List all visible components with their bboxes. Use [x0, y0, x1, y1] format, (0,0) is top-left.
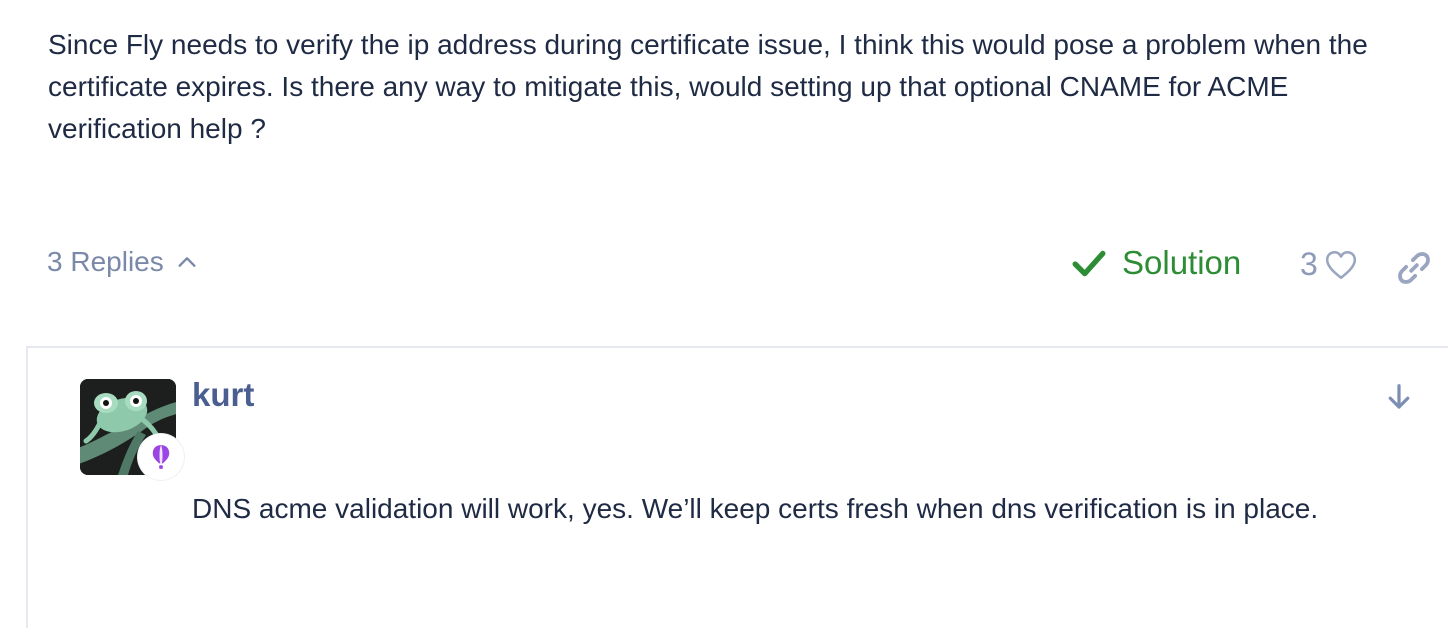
heart-icon	[1325, 250, 1356, 279]
user-badge	[138, 434, 184, 480]
like-button[interactable]: 3	[1300, 246, 1358, 283]
chevron-up-icon	[178, 257, 196, 267]
link-icon[interactable]	[1396, 250, 1432, 286]
balloon-icon	[152, 445, 170, 469]
solution-label: Solution	[1122, 244, 1242, 281]
arrow-down-icon[interactable]	[1384, 382, 1414, 412]
replies-toggle-button[interactable]: 3 Replies	[47, 246, 198, 278]
reply-username[interactable]: kurt	[192, 376, 254, 414]
check-icon	[1072, 250, 1106, 277]
like-count: 3	[1300, 246, 1318, 282]
topic-page: Since Fly needs to verify the ip address…	[0, 0, 1456, 628]
replies-count-label: 3 Replies	[47, 246, 164, 277]
post-body: Since Fly needs to verify the ip address…	[48, 29, 1368, 144]
reply-card: kurt DNS acme validation will work, yes.…	[26, 346, 1448, 628]
reply-body: DNS acme validation will work, yes. We’l…	[192, 493, 1319, 524]
post-controls: 3 Replies Solution 3	[0, 240, 1456, 296]
solution-button[interactable]: Solution	[1072, 244, 1241, 282]
